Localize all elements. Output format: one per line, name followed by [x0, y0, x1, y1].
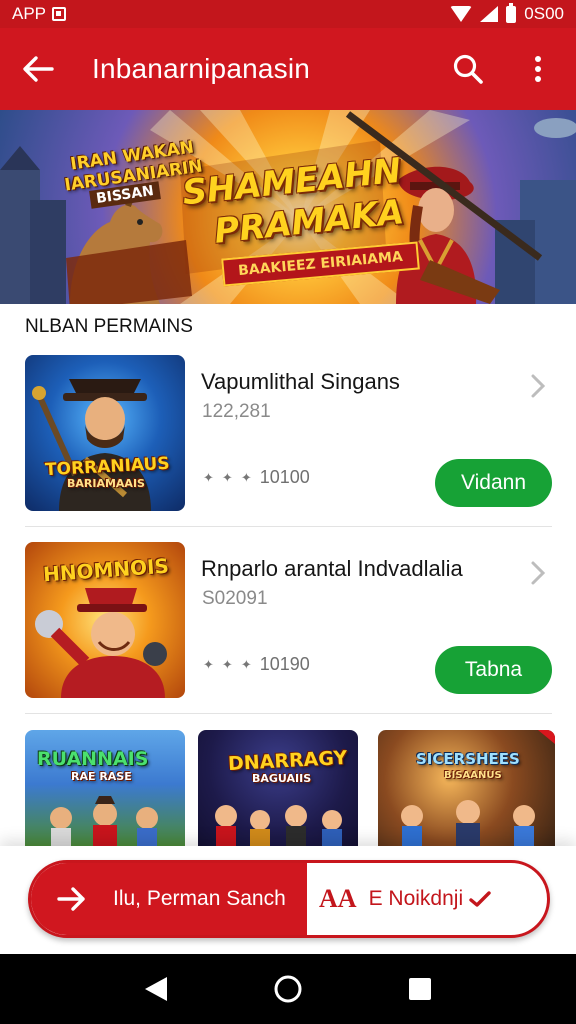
- bottom-action-bar: Ilu, Perman Sanch AA E Noikdnji: [28, 860, 550, 938]
- tile-subtitle: BAGUAIIS: [252, 772, 312, 785]
- notification-label: E Noikdnji: [368, 887, 464, 910]
- status-time: 0S00: [524, 4, 564, 23]
- system-nav-bar: [0, 954, 576, 1024]
- item-action-button[interactable]: Tabna: [435, 646, 552, 694]
- search-button[interactable]: [448, 49, 488, 89]
- search-permainan-button[interactable]: Ilu, Perman Sanch: [31, 863, 307, 935]
- nav-recents-button[interactable]: [400, 969, 440, 1009]
- divider: [25, 713, 552, 714]
- section-title: NLBAN PERMAINS: [25, 316, 193, 337]
- battery-icon: [506, 2, 517, 23]
- list-item[interactable]: TORRANIAUS BARIAMAAIS Vapumlithal Singan…: [25, 355, 552, 511]
- game-tile[interactable]: SICERSHEES BISAANUS: [378, 730, 555, 850]
- game-tile[interactable]: DNARRAGY BAGUAIIS: [198, 730, 358, 850]
- status-left: APP: [12, 4, 67, 24]
- status-right: 0S00: [450, 2, 564, 24]
- star-icon: ✦: [240, 656, 252, 672]
- item-rating-value: 10100: [259, 467, 310, 487]
- item-rating-value: 10190: [259, 654, 310, 674]
- item-action-button[interactable]: Vidann: [435, 459, 552, 507]
- nav-home-button[interactable]: [268, 969, 308, 1009]
- wifi-icon: [450, 6, 473, 22]
- tile-title: SICERSHEES: [416, 750, 520, 768]
- item-thumbnail: TORRANIAUS BARIAMAAIS: [25, 355, 185, 511]
- chevron-right-icon[interactable]: [528, 371, 548, 401]
- search-icon: [453, 54, 483, 84]
- text-size-button[interactable]: AA E Noikdnji: [307, 863, 547, 935]
- star-icon: ✦: [203, 469, 214, 485]
- item-subtitle: S02091: [202, 588, 268, 609]
- game-tiles: RUANNAIS RAE RASE DNARRAGY BAGUAIIS SICE…: [25, 730, 555, 850]
- tile-subtitle: BISAANUS: [444, 770, 502, 781]
- nav-home-icon: [274, 975, 302, 1003]
- item-rating: ✦ ✦ ✦ 10190: [203, 654, 310, 675]
- star-icon: ✦: [203, 656, 214, 672]
- tile-subtitle: RAE RASE: [71, 770, 132, 783]
- thumb-title-line-2: BARIAMAAIS: [67, 477, 145, 490]
- signal-icon: [480, 6, 499, 22]
- back-arrow-icon: [23, 56, 54, 82]
- check-icon: [469, 891, 491, 907]
- item-thumbnail: HNOMNOIS: [25, 542, 185, 698]
- nav-back-button[interactable]: [136, 969, 176, 1009]
- list-item[interactable]: HNOMNOIS Rnparlo arantal Indvadlalia S02…: [25, 542, 552, 698]
- nav-back-icon: [145, 977, 167, 1001]
- more-options-button[interactable]: [518, 49, 558, 89]
- back-button[interactable]: [18, 49, 58, 89]
- star-icon: ✦: [240, 469, 252, 485]
- app-screen: APP 0S00 Inbanarnipanasin IRAN WAKAN IAR…: [0, 0, 576, 1024]
- tile-title: RUANNAIS: [37, 748, 149, 770]
- app-actions: [448, 49, 558, 89]
- status-bar: APP 0S00: [0, 0, 576, 28]
- page-title: Inbanarnipanasin: [92, 53, 311, 84]
- app-bar: Inbanarnipanasin: [0, 28, 576, 110]
- star-icon: ✦: [221, 656, 233, 672]
- text-size-label: AA: [319, 884, 357, 913]
- chevron-right-icon[interactable]: [528, 558, 548, 588]
- item-title: Vapumlithal Singans: [201, 369, 400, 394]
- status-app-label: APP: [12, 4, 47, 23]
- item-subtitle: 122,281: [202, 401, 271, 422]
- divider: [25, 526, 552, 527]
- item-title: Rnparlo arantal Indvadlalia: [201, 556, 463, 581]
- tile-illustration: [401, 730, 555, 850]
- more-vert-icon: [535, 56, 541, 82]
- notification-icon: [52, 7, 67, 21]
- promo-banner[interactable]: IRAN WAKAN IARUSANIARIN BISSAN SHAMEAHN …: [0, 110, 576, 304]
- game-tile[interactable]: RUANNAIS RAE RASE: [25, 730, 185, 850]
- arrow-right-icon: [57, 887, 99, 911]
- nav-recents-icon: [409, 978, 431, 1000]
- item-rating: ✦ ✦ ✦ 10100: [203, 467, 310, 488]
- search-permainan-label: Ilu, Perman Sanch: [113, 887, 286, 910]
- star-icon: ✦: [221, 469, 233, 485]
